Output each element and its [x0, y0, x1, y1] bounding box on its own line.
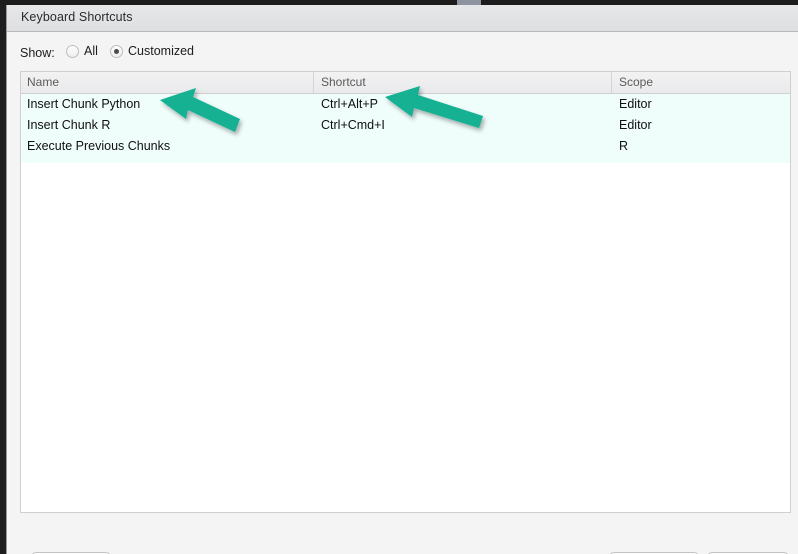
radio-all-indicator[interactable] [66, 44, 79, 58]
dialog-title: Keyboard Shortcuts [21, 10, 133, 24]
cell-name: Execute Previous Chunks [27, 139, 171, 153]
radio-all-label: All [84, 44, 98, 58]
screenshot-root: Keyboard Shortcuts Show: All Customized [0, 0, 798, 554]
column-header-scope[interactable]: Scope [619, 75, 653, 89]
table-body: Insert Chunk Python Ctrl+Alt+P Editor In… [21, 94, 790, 512]
column-header-shortcut[interactable]: Shortcut [321, 75, 366, 89]
cell-name: Insert Chunk R [27, 118, 111, 132]
dialog-footer: Reset... Apply Cancel [7, 513, 798, 554]
cell-shortcut: Ctrl+Alt+P [321, 97, 378, 111]
keyboard-shortcuts-dialog: Keyboard Shortcuts Show: All Customized [6, 5, 798, 554]
cell-scope: Editor [619, 118, 652, 132]
dialog-titlebar: Keyboard Shortcuts [7, 5, 798, 32]
column-divider-name-shortcut[interactable] [313, 72, 314, 93]
cell-shortcut: Ctrl+Cmd+I [321, 118, 385, 132]
cell-scope: R [619, 139, 629, 153]
table-row[interactable]: Execute Previous Chunks R [21, 136, 790, 157]
table-header-row: Name Shortcut Scope [21, 72, 790, 94]
radio-option-all[interactable]: All [66, 44, 98, 58]
column-divider-shortcut-scope[interactable] [611, 72, 612, 93]
cell-name: Insert Chunk Python [27, 97, 141, 111]
radio-option-customized[interactable]: Customized [110, 44, 194, 58]
radio-customized-label: Customized [128, 44, 194, 58]
filter-toolbar: Show: All Customized [7, 32, 798, 70]
radio-customized-indicator[interactable] [110, 44, 123, 58]
table-row-padding [21, 157, 790, 163]
dialog-content: Show: All Customized Name Shortcut Scope… [7, 32, 798, 554]
show-label: Show: [20, 46, 55, 60]
table-row[interactable]: Insert Chunk R Ctrl+Cmd+I Editor [21, 115, 790, 136]
table-row[interactable]: Insert Chunk Python Ctrl+Alt+P Editor [21, 94, 790, 115]
cell-scope: Editor [619, 97, 652, 111]
shortcuts-table[interactable]: Name Shortcut Scope Insert Chunk Python … [20, 71, 791, 513]
column-header-name[interactable]: Name [27, 75, 59, 89]
